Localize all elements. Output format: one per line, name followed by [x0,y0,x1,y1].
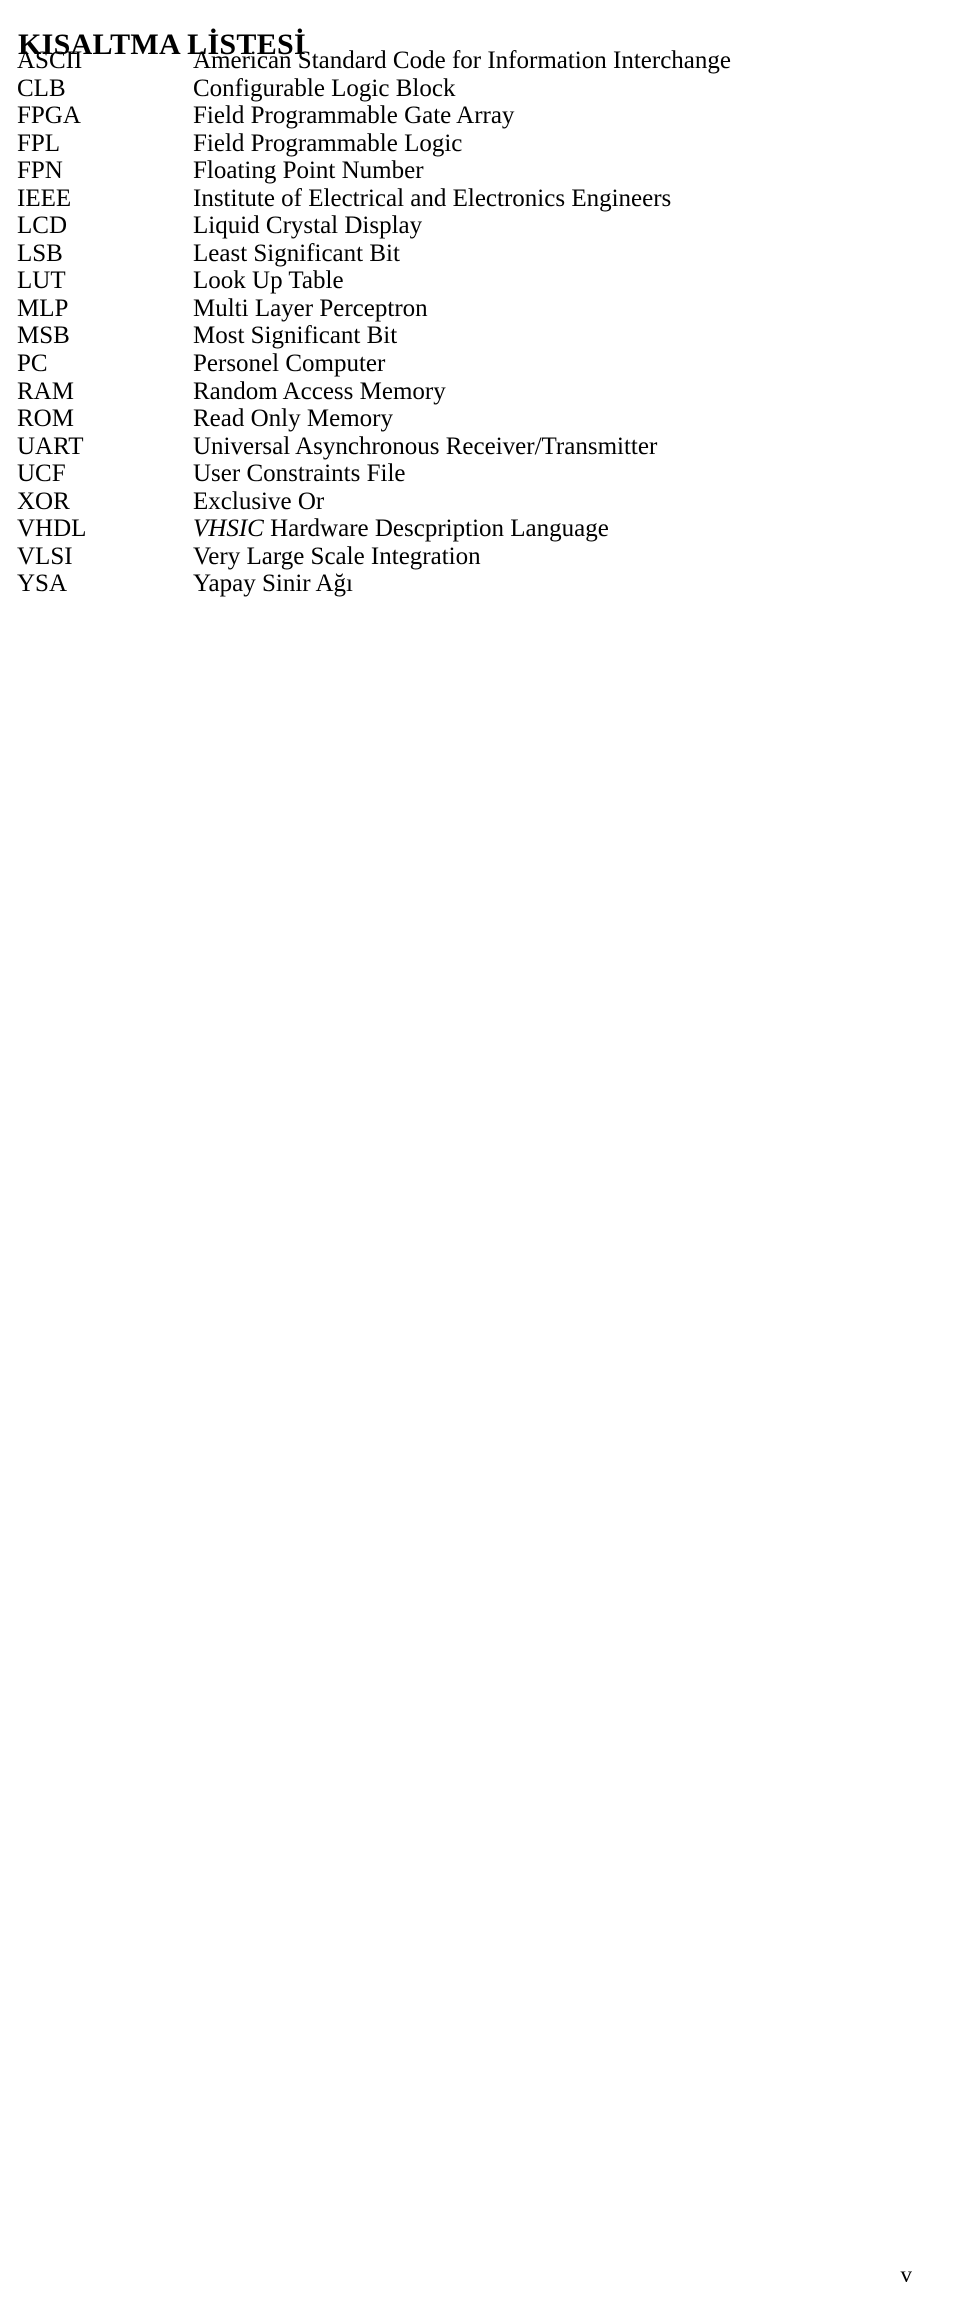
abbreviation-row: PC Personel Computer [0,350,960,378]
abbreviation-definition: Read Only Memory [193,405,393,433]
abbreviation-definition-italic-prefix: VHSIC [193,515,264,543]
abbreviation-row: UART Universal Asynchronous Receiver/Tran… [0,433,960,461]
abbreviation-term: LSB [17,239,63,267]
abbreviation-row: IEEE Institute of Electrical and Electron… [0,185,960,213]
abbreviation-definition: Exclusive Or [193,487,325,515]
abbreviation-row: LSB Least Significant Bit [0,240,960,268]
abbreviation-definition: Universal Asynchronous Receiver/Transmit… [193,432,658,460]
abbreviation-row: FPN Floating Point Number [0,157,960,185]
abbreviation-row: LCD Liquid Crystal Display [0,212,960,240]
abbreviation-term: VHDL [17,515,87,543]
abbreviation-definition: Yapay Sinir Ağı [193,570,353,598]
abbreviation-definition: VHSIC Hardware Descpription Language [193,515,609,543]
abbreviation-definition: Field Programmable Logic [193,129,463,157]
abbreviation-definition: Random Access Memory [193,377,446,405]
abbreviation-definition: Field Programmable Gate Array [193,102,515,130]
abbreviation-definition: Liquid Crystal Display [193,212,423,240]
abbreviation-term: YSA [17,570,68,598]
abbreviation-term: UART [17,432,84,460]
abbreviation-row: ROM Read Only Memory [0,405,960,433]
abbreviation-row: MSB Most Significant Bit [0,322,960,350]
abbreviation-row: VHDL VHSIC Hardware Descpription Language [0,515,960,543]
abbreviation-definition: Configurable Logic Block [193,74,456,102]
abbreviation-term: LCD [17,212,67,240]
abbreviation-definition: Multi Layer Perceptron [193,294,428,322]
abbreviation-definition: Floating Point Number [193,157,424,185]
abbreviation-term: ASCII [17,47,83,74]
abbreviation-term: XOR [17,487,70,515]
abbreviation-definition: Most Significant Bit [193,322,398,350]
page-number: v [900,2262,913,2287]
abbreviation-row: UCF User Constraints File [0,460,960,488]
abbreviation-term: PC [17,350,48,378]
abbreviation-row: FPGA Field Programmable Gate Array [0,102,960,130]
abbreviation-term: LUT [17,267,66,295]
abbreviation-row: YSA Yapay Sinir Ağı [0,570,960,598]
abbreviation-definition-text: Hardware Descpription Language [263,515,609,543]
abbreviation-definition: User Constraints File [193,460,406,488]
abbreviation-row: RAM Random Access Memory [0,378,960,406]
abbreviation-term: FPL [17,129,61,157]
abbreviation-definition: Personel Computer [193,350,386,378]
abbreviation-definition: American Standard Code for Information I… [193,47,731,74]
abbreviation-term: VLSI [17,542,73,570]
abbreviation-definition: Institute of Electrical and Electronics … [193,184,672,212]
abbreviation-row: XOR Exclusive Or [0,488,960,516]
abbreviation-row: CLB Configurable Logic Block [0,75,960,103]
abbreviation-term: RAM [17,377,74,405]
abbreviation-term: FPN [17,157,63,185]
abbreviation-row: ASCII American Standard Code for Informat… [0,47,960,75]
document-page: KISALTMA LİSTESİ ASCII American Standard … [0,0,960,2301]
abbreviation-definition: Least Significant Bit [193,239,400,267]
abbreviation-term: FPGA [17,102,81,130]
abbreviation-term: UCF [17,460,66,488]
abbreviation-term: CLB [17,74,66,102]
abbreviation-term: ROM [17,405,74,433]
abbreviation-row: MLP Multi Layer Perceptron [0,295,960,323]
abbreviation-definition: Very Large Scale Integration [193,542,481,570]
abbreviation-list: ASCII American Standard Code for Informat… [0,47,960,598]
abbreviation-row: VLSI Very Large Scale Integration [0,543,960,571]
abbreviation-term: MSB [17,322,70,350]
abbreviation-definition: Look Up Table [193,267,344,295]
abbreviation-row: LUT Look Up Table [0,267,960,295]
abbreviation-row: FPL Field Programmable Logic [0,130,960,158]
abbreviation-term: MLP [17,294,69,322]
abbreviation-term: IEEE [17,184,72,212]
